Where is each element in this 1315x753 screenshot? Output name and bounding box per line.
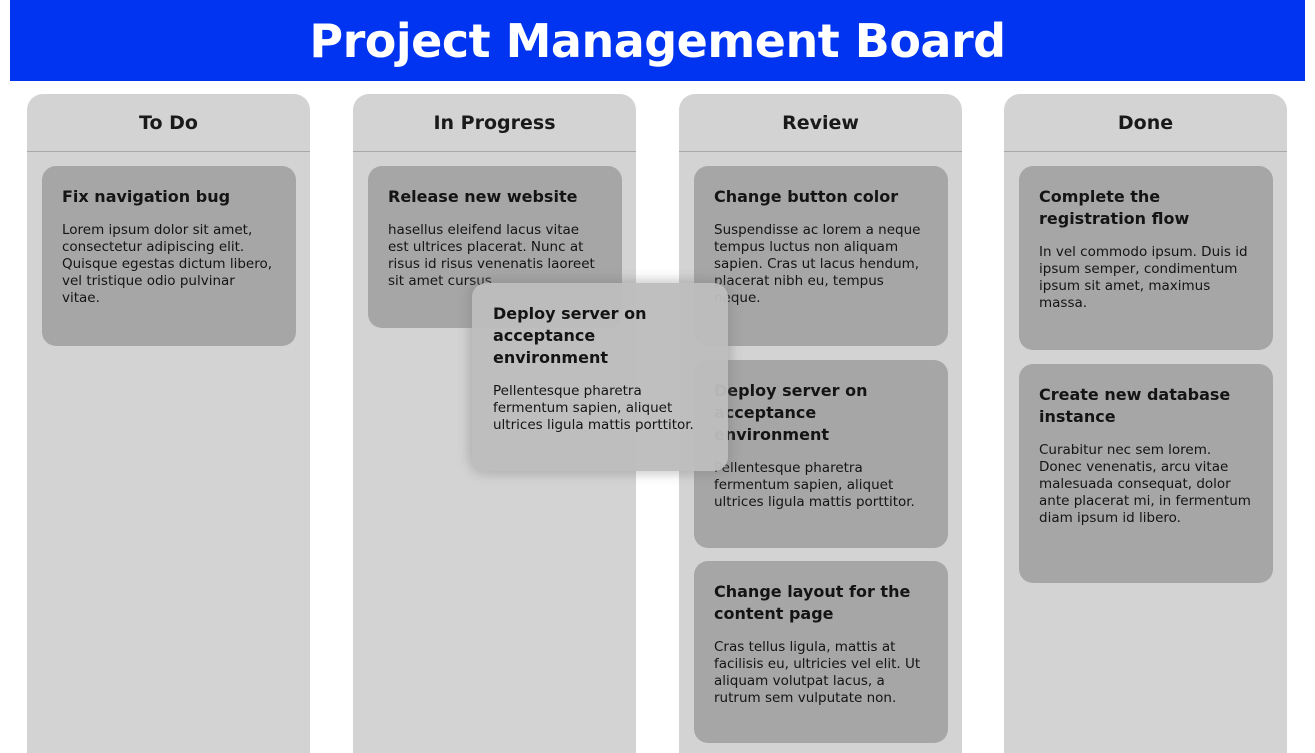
card-title: Create new database instance (1039, 385, 1231, 426)
card-description: Pellentesque pharetra fermentum sapien, … (714, 460, 915, 510)
column-title: To Do (27, 94, 310, 152)
card-description: Lorem ipsum dolor sit amet, consectetur … (62, 222, 273, 306)
task-card-complete-registration-flow[interactable]: Complete the registration flow In vel co… (1019, 166, 1273, 350)
card-description: Cras tellus ligula, mattis at facilisis … (714, 639, 921, 706)
column-title: Done (1004, 94, 1287, 152)
card-description: hasellus eleifend lacus vitae est ultric… (388, 222, 595, 289)
board-page: Project Management Board To Do Fix navig… (0, 0, 1315, 753)
board-header: Project Management Board (10, 0, 1305, 81)
task-card-change-button-color[interactable]: Change button color Suspendisse ac lorem… (694, 166, 948, 346)
card-description: Curabitur nec sem lorem. Donec venenatis… (1039, 442, 1251, 526)
card-title: Fix navigation bug (62, 187, 231, 206)
task-card-fix-navigation-bug[interactable]: Fix navigation bug Lorem ipsum dolor sit… (42, 166, 296, 346)
card-description: Suspendisse ac lorem a neque tempus luct… (714, 222, 921, 306)
task-card-create-database-instance[interactable]: Create new database instance Curabitur n… (1019, 364, 1273, 583)
card-title: Change layout for the content page (714, 582, 911, 623)
card-title: Deploy server on acceptance environment (714, 381, 868, 444)
card-title: Deploy server on acceptance environment (493, 304, 647, 367)
card-title: Release new website (388, 187, 578, 206)
column-title: Review (679, 94, 962, 152)
column-title: In Progress (353, 94, 636, 152)
task-card-deploy-server-placeholder[interactable]: Deploy server on acceptance environment … (694, 360, 948, 548)
card-title: Complete the registration flow (1039, 187, 1190, 228)
card-description: Pellentesque pharetra fermentum sapien, … (493, 383, 694, 433)
column-to-do: To Do Fix navigation bug Lorem ipsum dol… (27, 94, 310, 753)
card-description: In vel commodo ipsum. Duis id ipsum semp… (1039, 244, 1248, 311)
card-title: Change button color (714, 187, 899, 206)
column-done: Done Complete the registration flow In v… (1004, 94, 1287, 753)
dragging-task-card[interactable]: Deploy server on acceptance environment … (472, 283, 728, 471)
task-card-change-layout-content-page[interactable]: Change layout for the content page Cras … (694, 561, 948, 743)
board-title: Project Management Board (309, 13, 1006, 68)
